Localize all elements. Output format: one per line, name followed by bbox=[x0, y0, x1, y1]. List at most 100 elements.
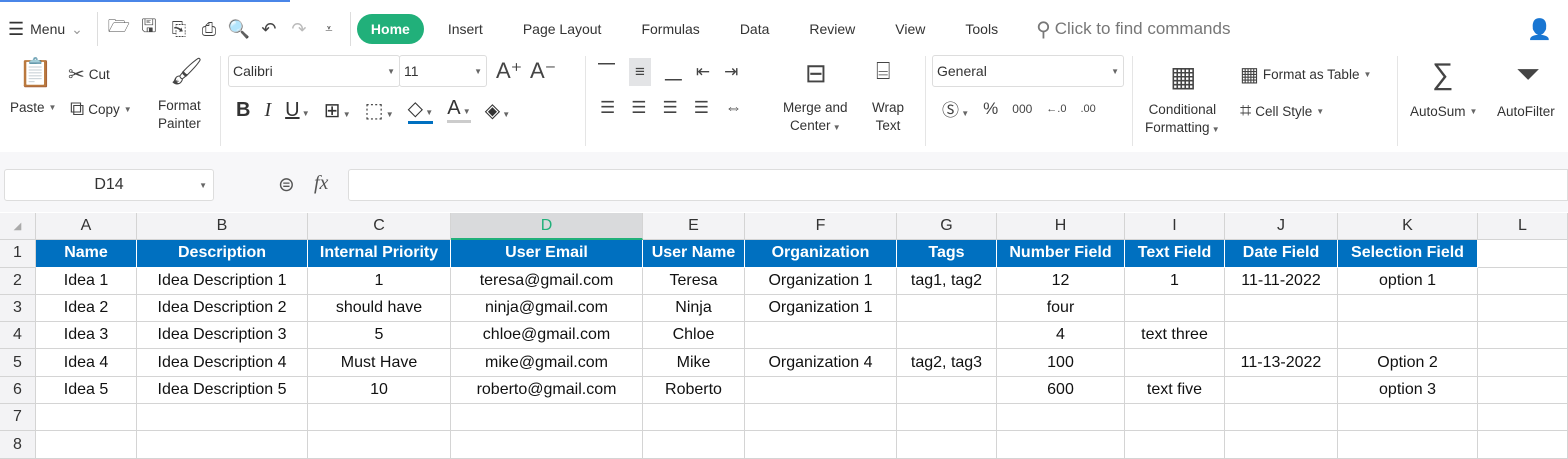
name-box[interactable]: D14 ▼ bbox=[4, 169, 214, 201]
cell[interactable]: Idea 1 bbox=[36, 267, 137, 295]
header-cell[interactable]: User Email bbox=[451, 240, 643, 268]
cell[interactable]: Idea 2 bbox=[36, 294, 137, 323]
cell[interactable] bbox=[1478, 349, 1568, 377]
tab-formulas[interactable]: Formulas bbox=[621, 14, 719, 44]
header-cell[interactable] bbox=[1478, 240, 1568, 268]
cell[interactable]: 5 bbox=[308, 322, 451, 350]
column-header-k[interactable]: K bbox=[1338, 213, 1478, 241]
row-header[interactable]: 2 bbox=[0, 267, 36, 295]
cell[interactable]: text five bbox=[1125, 376, 1225, 405]
cell[interactable]: Option 2 bbox=[1338, 349, 1478, 377]
distributed-icon[interactable]: ⇔ bbox=[725, 98, 742, 118]
cell[interactable]: 10 bbox=[308, 376, 451, 405]
eraser-icon[interactable]: ◈ ▼ bbox=[485, 98, 511, 123]
filter-icon[interactable]: ⏷ bbox=[1516, 58, 1540, 92]
cell[interactable] bbox=[1338, 322, 1478, 350]
header-cell[interactable]: Description bbox=[137, 240, 308, 268]
cut-button[interactable]: ✂ Cut bbox=[68, 62, 110, 87]
column-header-d[interactable]: D bbox=[451, 213, 643, 241]
row-header[interactable]: 3 bbox=[0, 294, 36, 323]
cell[interactable] bbox=[308, 404, 451, 432]
fx-icon[interactable]: fx bbox=[314, 172, 328, 195]
column-header-a[interactable]: A bbox=[36, 213, 137, 241]
customize-icon[interactable]: ⩡ bbox=[314, 14, 344, 44]
column-header-c[interactable]: C bbox=[308, 213, 451, 241]
share-user-icon[interactable]: 👤 bbox=[1527, 17, 1552, 42]
menu-button[interactable]: ☰ Menu ⌄ bbox=[0, 13, 91, 45]
header-cell[interactable]: User Name bbox=[643, 240, 745, 268]
tab-data[interactable]: Data bbox=[720, 14, 790, 44]
cell[interactable] bbox=[36, 404, 137, 432]
command-search[interactable]: ⚲ Click to find commands bbox=[1036, 17, 1230, 42]
row-header[interactable]: 1 bbox=[0, 240, 36, 268]
cell[interactable] bbox=[1478, 322, 1568, 350]
cell[interactable]: mike@gmail.com bbox=[451, 349, 643, 377]
column-header-i[interactable]: I bbox=[1125, 213, 1225, 241]
tab-tools[interactable]: Tools bbox=[945, 14, 1018, 44]
align-top-icon[interactable]: ⎺ bbox=[598, 62, 615, 82]
bold-icon[interactable]: B bbox=[236, 99, 250, 122]
cell[interactable]: 1 bbox=[308, 267, 451, 295]
cell[interactable]: text three bbox=[1125, 322, 1225, 350]
wrap-text-icon[interactable]: ⌸ bbox=[876, 58, 890, 86]
cell[interactable]: option 3 bbox=[1338, 376, 1478, 405]
cell[interactable]: 600 bbox=[997, 376, 1125, 405]
tab-page-layout[interactable]: Page Layout bbox=[503, 14, 622, 44]
cell[interactable]: tag1, tag2 bbox=[897, 267, 997, 295]
column-header-g[interactable]: G bbox=[897, 213, 997, 241]
conditional-formatting-icon[interactable]: ▦ bbox=[1170, 60, 1196, 93]
paste-icon[interactable]: 📋 bbox=[18, 56, 53, 89]
tab-view[interactable]: View bbox=[875, 14, 945, 44]
cell[interactable]: Roberto bbox=[643, 376, 745, 405]
cell[interactable]: Must Have bbox=[308, 349, 451, 377]
header-cell[interactable]: Selection Field bbox=[1338, 240, 1478, 268]
cell[interactable] bbox=[1478, 404, 1568, 432]
redo-icon[interactable]: ↷ bbox=[284, 14, 314, 44]
cell[interactable]: option 1 bbox=[1338, 267, 1478, 295]
row-header[interactable]: 4 bbox=[0, 322, 36, 350]
increase-font-icon[interactable]: A⁺ bbox=[496, 58, 522, 84]
row-header[interactable]: 7 bbox=[0, 404, 36, 432]
autosum-button[interactable]: AutoSum ▼ bbox=[1410, 104, 1477, 119]
cell[interactable]: Idea Description 1 bbox=[137, 267, 308, 295]
align-right-icon[interactable]: ☰ bbox=[663, 98, 678, 118]
cell[interactable]: Ninja bbox=[643, 294, 745, 323]
cell[interactable]: Idea 4 bbox=[36, 349, 137, 377]
cell[interactable] bbox=[1225, 376, 1338, 405]
cell[interactable] bbox=[1125, 404, 1225, 432]
header-cell[interactable]: Text Field bbox=[1125, 240, 1225, 268]
cell[interactable]: Idea 3 bbox=[36, 322, 137, 350]
percent-icon[interactable]: % bbox=[983, 99, 998, 119]
decrease-font-icon[interactable]: A⁻ bbox=[530, 58, 556, 84]
cell[interactable] bbox=[997, 404, 1125, 432]
formula-input[interactable] bbox=[348, 169, 1568, 201]
tab-home[interactable]: Home bbox=[356, 14, 424, 44]
save-icon[interactable]: 🖫 bbox=[134, 14, 164, 44]
align-bottom-icon[interactable]: ⎽ bbox=[665, 62, 682, 82]
cell[interactable] bbox=[1338, 404, 1478, 432]
column-header-f[interactable]: F bbox=[745, 213, 897, 241]
cell[interactable] bbox=[1478, 294, 1568, 323]
cell[interactable]: chloe@gmail.com bbox=[451, 322, 643, 350]
select-all-corner[interactable]: ◢ bbox=[0, 213, 36, 241]
row-header[interactable]: 5 bbox=[0, 349, 36, 377]
cell[interactable]: Organization 4 bbox=[745, 349, 897, 377]
cell[interactable] bbox=[451, 404, 643, 432]
cell[interactable] bbox=[1125, 349, 1225, 377]
row-header[interactable]: 6 bbox=[0, 376, 36, 405]
format-painter-icon[interactable]: 🖌 bbox=[170, 56, 203, 87]
cell[interactable] bbox=[1225, 294, 1338, 323]
column-header-l[interactable]: L bbox=[1478, 213, 1568, 241]
font-name-select[interactable]: Calibri ▼ bbox=[228, 55, 400, 87]
cell[interactable] bbox=[897, 322, 997, 350]
merge-icon[interactable]: ⊟ bbox=[805, 58, 827, 89]
underline-icon[interactable]: U ▼ bbox=[285, 99, 310, 122]
italic-icon[interactable]: I bbox=[264, 99, 271, 122]
export-icon[interactable]: ⎘ bbox=[164, 14, 194, 44]
cell[interactable] bbox=[1225, 322, 1338, 350]
format-as-table-button[interactable]: ▦ Format as Table ▼ bbox=[1240, 62, 1371, 87]
cell[interactable]: ninja@gmail.com bbox=[451, 294, 643, 323]
cell[interactable]: should have bbox=[308, 294, 451, 323]
header-cell[interactable]: Name bbox=[36, 240, 137, 268]
print-preview-icon[interactable]: 🔍 bbox=[224, 14, 254, 44]
